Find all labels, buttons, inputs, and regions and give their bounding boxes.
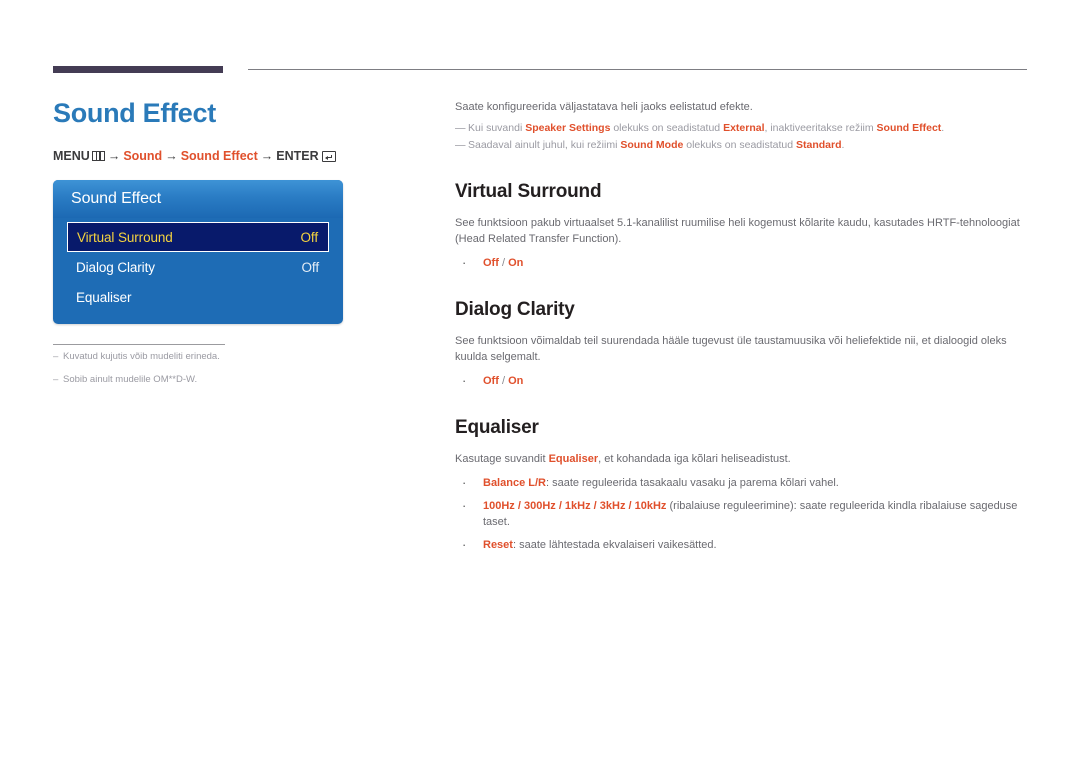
bullet-reset: · Reset: saate lähtestada ekvalaiseri va… bbox=[455, 537, 1030, 553]
term-frequency-bands: 100Hz / 300Hz / 1kHz / 3kHz / 10kHz bbox=[483, 500, 667, 512]
panel-footnotes: – Kuvatud kujutis võib mudeliti erineda.… bbox=[53, 350, 373, 396]
osd-row-label: Virtual Surround bbox=[77, 229, 173, 245]
bullet-text: Off / On bbox=[483, 375, 524, 387]
bullet-balance-lr: · Balance L/R: saate reguleerida tasakaa… bbox=[455, 475, 1030, 491]
option-on: On bbox=[508, 257, 524, 269]
osd-row-value: Off bbox=[300, 229, 319, 245]
osd-row-label: Dialog Clarity bbox=[76, 259, 155, 275]
bullet-dot-icon: · bbox=[462, 498, 467, 513]
term-equaliser: Equaliser bbox=[548, 453, 599, 465]
note-text: Kui suvandi Speaker Settings olekuks on … bbox=[468, 122, 945, 134]
footnote-item: – Kuvatud kujutis võib mudeliti erineda. bbox=[53, 350, 373, 363]
osd-row-dialog-clarity[interactable]: Dialog Clarity Off bbox=[67, 252, 329, 282]
option-on: On bbox=[508, 375, 524, 387]
header-divider-line bbox=[248, 69, 1027, 70]
note-term-external: External bbox=[723, 122, 765, 134]
note-term-speaker-settings: Speaker Settings bbox=[525, 122, 611, 134]
page-title: Sound Effect bbox=[53, 98, 216, 128]
header-accent-bar bbox=[53, 66, 223, 73]
left-column: Sound Effect MENU → Sound → Sound Effect → ENT… bbox=[53, 96, 398, 164]
footnote-text: Sobib ainult mudelile OM**D-W. bbox=[63, 374, 198, 385]
term-reset: Reset bbox=[483, 539, 513, 551]
osd-row-value: Off bbox=[301, 259, 320, 275]
note-dash: — bbox=[455, 122, 466, 134]
note-term-sound-effect: Sound Effect bbox=[876, 122, 942, 134]
option-off: Off bbox=[483, 257, 499, 269]
footnote-dash: – bbox=[53, 351, 59, 362]
osd-row-equaliser[interactable]: Equaliser bbox=[67, 282, 329, 312]
menu-bars-icon bbox=[91, 151, 105, 161]
section-heading-equaliser: Equaliser bbox=[455, 417, 539, 438]
bullet-text: Off / On bbox=[483, 257, 524, 269]
osd-panel-title: Sound Effect bbox=[53, 180, 343, 218]
section-heading-virtual-surround: Virtual Surround bbox=[455, 181, 602, 202]
osd-menu-list: Virtual Surround Off Dialog Clarity Off … bbox=[53, 218, 343, 322]
term-balance-lr: Balance L/R bbox=[483, 477, 546, 489]
intro-paragraph: Saate konfigureerida väljastatava heli j… bbox=[455, 101, 753, 113]
footnote-divider bbox=[53, 344, 225, 345]
bullet-dot-icon: · bbox=[462, 373, 467, 388]
section-heading-dialog-clarity: Dialog Clarity bbox=[455, 299, 575, 320]
note-term-sound-mode: Sound Mode bbox=[620, 139, 684, 151]
section-body-dialog-clarity: See funktsioon võimaldab teil suurendada… bbox=[455, 335, 1007, 363]
bullet-dot-icon: · bbox=[462, 255, 467, 270]
section-body-equaliser: Kasutage suvandit Equaliser, et kohandad… bbox=[455, 453, 791, 465]
bullet-dot-icon: · bbox=[462, 475, 467, 490]
section-body-virtual-surround: See funktsioon pakub virtuaalset 5.1-kan… bbox=[455, 217, 1020, 245]
breadcrumb-step-sound-effect[interactable]: Sound Effect bbox=[181, 149, 258, 163]
breadcrumb-enter-label: ENTER bbox=[276, 149, 319, 163]
note-sound-mode: — Saadaval ainult juhul, kui režiimi Sou… bbox=[455, 138, 1030, 153]
bullet-text: Reset: saate lähtestada ekvalaiseri vaik… bbox=[483, 539, 717, 551]
osd-row-label: Equaliser bbox=[76, 289, 132, 305]
breadcrumb-arrow-1: → bbox=[107, 149, 121, 163]
footnote-dash: – bbox=[53, 374, 59, 385]
bullet-text: Balance L/R: saate reguleerida tasakaalu… bbox=[483, 477, 839, 489]
footnote-item: – Sobib ainult mudelile OM**D-W. bbox=[53, 373, 373, 386]
bullet-dialog-clarity-options: · Off / On bbox=[455, 373, 1030, 389]
breadcrumb-menu-label: MENU bbox=[53, 149, 90, 163]
note-term-standard: Standard bbox=[795, 139, 842, 151]
breadcrumb: MENU → Sound → Sound Effect → ENTER bbox=[53, 148, 398, 164]
option-off: Off bbox=[483, 375, 499, 387]
note-text: Saadaval ainult juhul, kui režiimi Sound… bbox=[468, 139, 845, 151]
right-column: Saate konfigureerida väljastatava heli j… bbox=[455, 100, 1030, 560]
bullet-text: 100Hz / 300Hz / 1kHz / 3kHz / 10kHz (rib… bbox=[483, 500, 1018, 528]
osd-menu-panel: Sound Effect Virtual Surround Off Dialog… bbox=[53, 180, 343, 324]
note-speaker-settings: — Kui suvandi Speaker Settings olekuks o… bbox=[455, 121, 1030, 136]
enter-return-icon bbox=[321, 151, 336, 162]
breadcrumb-step-sound[interactable]: Sound bbox=[123, 149, 162, 163]
osd-row-virtual-surround[interactable]: Virtual Surround Off bbox=[67, 222, 329, 252]
bullet-dot-icon: · bbox=[462, 537, 467, 552]
breadcrumb-arrow-3: → bbox=[260, 149, 274, 163]
footnote-text: Kuvatud kujutis võib mudeliti erineda. bbox=[63, 351, 220, 362]
bullet-virtual-surround-options: · Off / On bbox=[455, 255, 1030, 271]
breadcrumb-arrow-2: → bbox=[165, 149, 178, 163]
note-dash: — bbox=[455, 139, 466, 151]
bullet-frequency-bands: · 100Hz / 300Hz / 1kHz / 3kHz / 10kHz (r… bbox=[455, 498, 1030, 530]
